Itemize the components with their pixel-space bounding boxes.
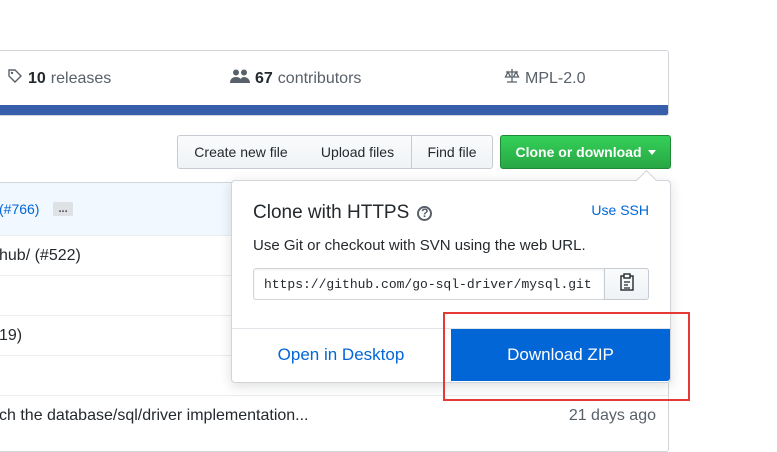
releases-label: releases [50,69,112,87]
repo-summary: 10 releases 67 contributors MPL-2.0 [0,50,669,116]
clone-title: Clone with HTTPS ? [253,202,433,224]
contributors-link[interactable]: 67 contributors [230,68,361,89]
highlight-box [443,312,690,401]
clone-description: Use Git or checkout with SVN using the w… [253,237,586,254]
commit-link[interactable]: (#766) [0,201,39,217]
clippy-icon [619,272,634,296]
commit-message: ch the database/sql/driver implementatio… [0,406,309,424]
create-new-file-button[interactable]: Create new file [177,135,305,169]
people-icon [230,68,250,89]
clone-url-input[interactable] [253,268,605,300]
license-label: MPL-2.0 [525,69,586,87]
copy-url-button[interactable] [604,268,649,300]
find-file-button[interactable]: Find file [411,135,493,169]
commit-message: 19) [0,326,23,344]
upload-files-button[interactable]: Upload files [304,135,412,169]
question-icon[interactable]: ? [417,205,433,221]
clone-or-download-label: Clone or download [515,144,642,160]
expand-ellipsis-button[interactable]: ... [53,202,73,216]
law-icon [504,68,520,89]
table-row[interactable]: ch the database/sql/driver implementatio… [0,395,668,435]
contributors-label: contributors [277,69,362,87]
license-link[interactable]: MPL-2.0 [504,68,585,89]
tag-icon [7,68,23,89]
commit-age: 21 days ago [568,406,656,424]
caret-down-icon [647,149,656,155]
dropdown-arrow [635,169,658,192]
releases-link[interactable]: 10 releases [7,68,111,89]
clone-title-text: Clone with HTTPS [253,202,410,223]
clone-or-download-button[interactable]: Clone or download [500,135,671,169]
commit-message: hub/ (#522) [0,246,81,264]
language-bar [0,105,668,115]
contributors-count: 67 [255,69,273,87]
use-ssh-link[interactable]: Use SSH [591,202,649,218]
open-in-desktop-button[interactable]: Open in Desktop [232,329,450,381]
releases-count: 10 [28,69,46,87]
